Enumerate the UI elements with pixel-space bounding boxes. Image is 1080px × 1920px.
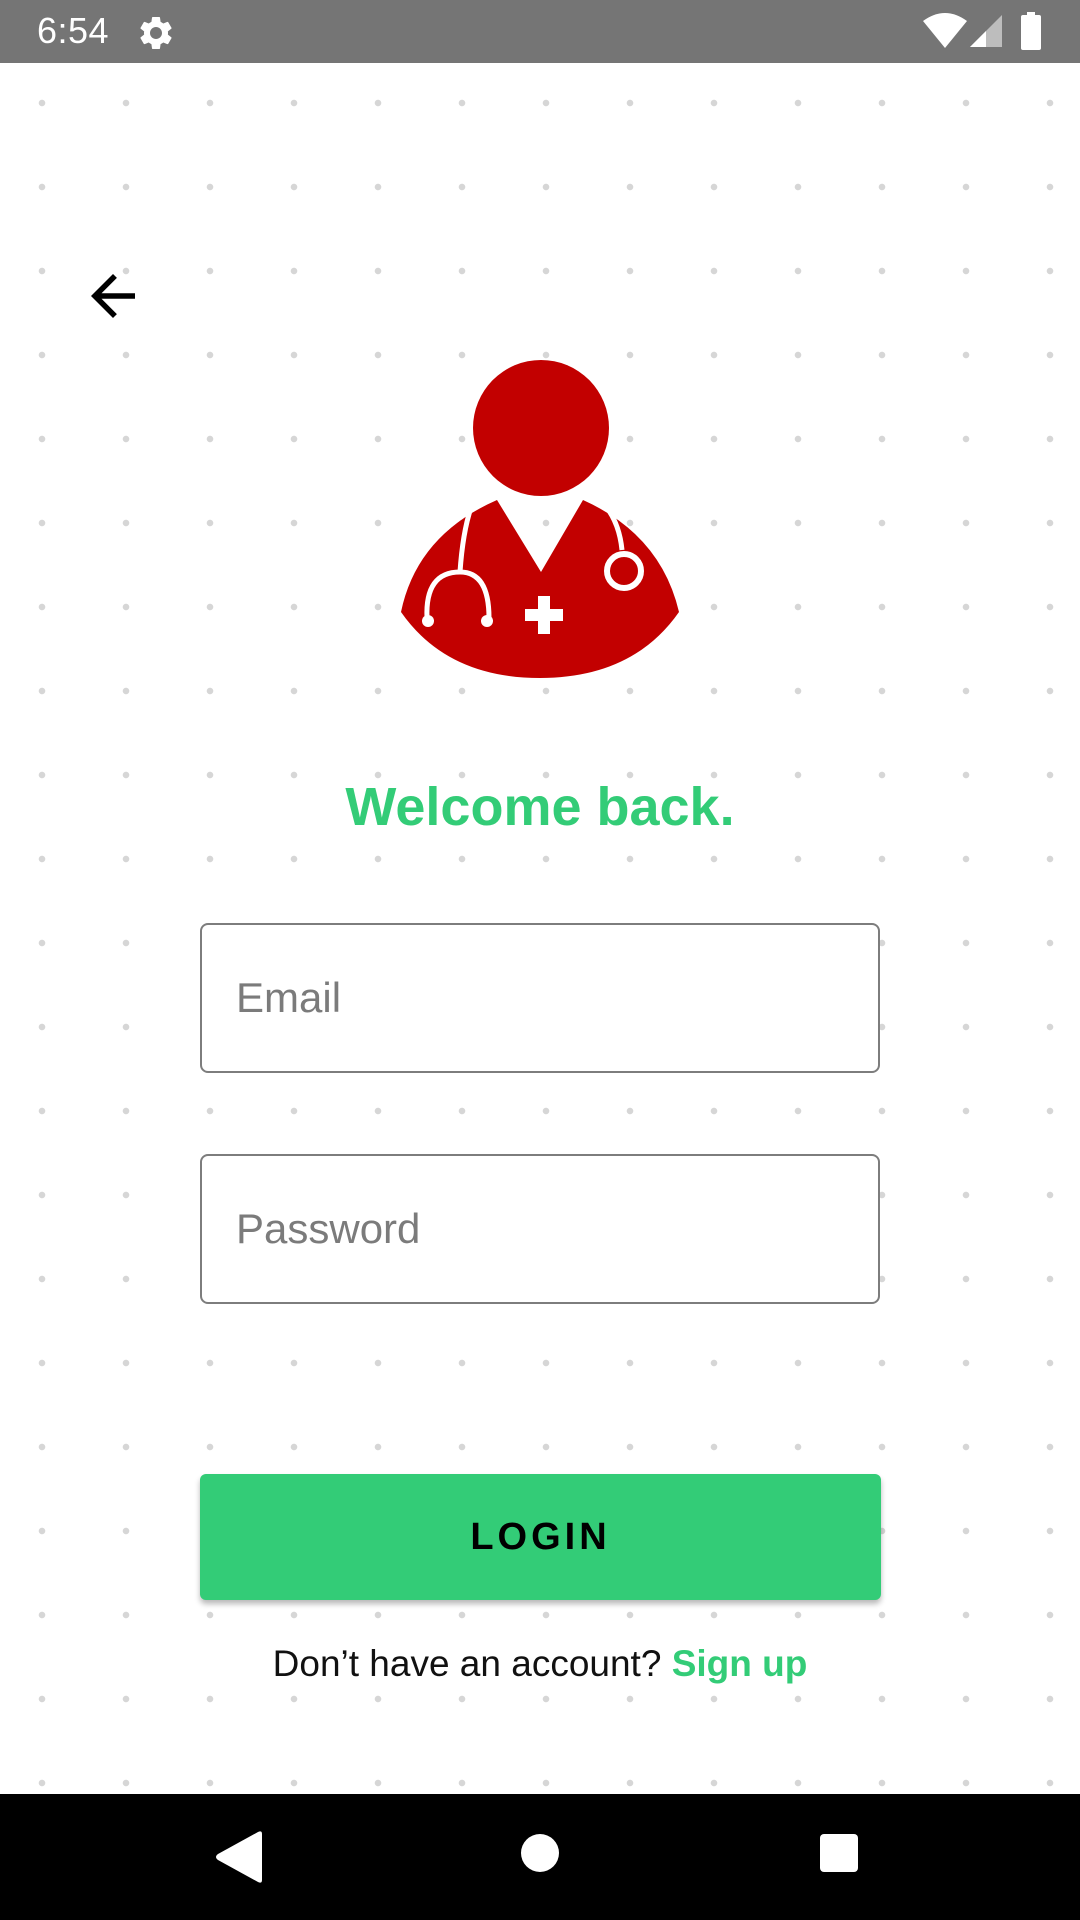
navigation-bar — [0, 1794, 1080, 1920]
password-field[interactable] — [200, 1154, 880, 1304]
signup-prompt-line: Don’t have an account? Sign up — [0, 1641, 1080, 1687]
settings-icon — [136, 13, 176, 53]
nav-home-icon[interactable] — [519, 1832, 561, 1874]
status-bar: 6:54 — [0, 0, 1080, 63]
battery-icon — [1020, 12, 1042, 50]
arrow-left-icon — [91, 274, 135, 318]
back-button[interactable] — [80, 263, 146, 329]
password-input[interactable] — [236, 1156, 836, 1301]
nav-back-icon[interactable] — [214, 1830, 264, 1884]
signup-link[interactable]: Sign up — [672, 1643, 808, 1684]
wifi-icon — [922, 13, 968, 49]
signup-prompt-text: Don’t have an account? — [272, 1643, 662, 1684]
status-time: 6:54 — [37, 10, 110, 51]
signal-icon — [968, 13, 1004, 49]
email-input[interactable] — [236, 925, 836, 1070]
doctor-icon — [397, 360, 683, 680]
welcome-title: Welcome back. — [345, 777, 735, 837]
email-field[interactable] — [200, 923, 880, 1073]
login-button[interactable]: LOGIN — [200, 1474, 881, 1600]
login-screen: Welcome back. LOGIN Don’t have an accoun… — [0, 63, 1080, 1794]
nav-recents-icon[interactable] — [818, 1832, 860, 1874]
